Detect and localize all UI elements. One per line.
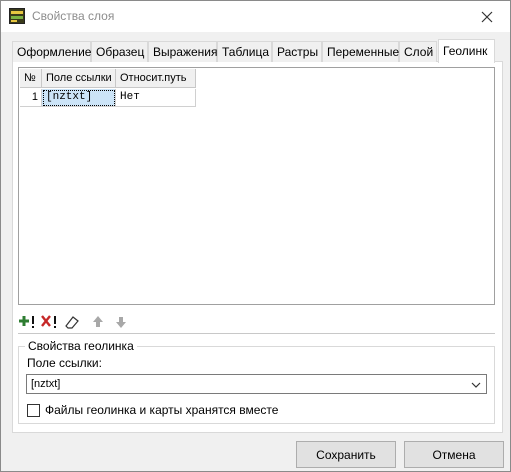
tab-expressions[interactable]: Выражения — [148, 41, 218, 62]
tab-table[interactable]: Таблица — [217, 41, 272, 62]
move-down-button[interactable] — [112, 314, 130, 330]
delete-row-icon — [41, 315, 56, 328]
column-header-link-field[interactable]: Поле ссылки — [42, 69, 116, 88]
tab-variables[interactable]: Переменные — [322, 41, 399, 62]
geolink-grid[interactable]: № Поле ссылки Относит.путь 1 [nztxt] Нет — [18, 67, 495, 305]
layer-properties-dialog: Свойства слоя Оформление Образец Выражен… — [0, 0, 511, 472]
link-field-value: [nztxt] — [31, 378, 61, 390]
chevron-down-icon — [471, 382, 481, 388]
arrow-up-icon — [93, 316, 103, 327]
clear-button[interactable] — [63, 314, 81, 330]
cancel-button[interactable]: Отмена — [404, 441, 504, 468]
cell-relative-path[interactable]: Нет — [116, 89, 196, 107]
app-icon — [9, 8, 25, 24]
link-field-select[interactable]: [nztxt] — [26, 374, 487, 394]
close-icon — [481, 11, 493, 22]
move-up-button[interactable] — [89, 314, 107, 330]
add-row-icon — [19, 316, 34, 328]
files-together-label[interactable]: Файлы геолинка и карты хранятся вместе — [45, 403, 278, 417]
close-button[interactable] — [464, 1, 510, 32]
column-header-number[interactable]: № — [20, 69, 42, 88]
save-button[interactable]: Сохранить — [296, 441, 396, 468]
files-together-checkbox[interactable] — [27, 404, 40, 417]
window-title: Свойства слоя — [32, 9, 115, 23]
tab-rasters[interactable]: Растры — [272, 41, 322, 62]
title-bar: Свойства слоя — [1, 1, 510, 32]
divider — [18, 333, 495, 334]
tab-layer[interactable]: Слой — [399, 41, 437, 62]
link-field-label: Поле ссылки: — [27, 356, 102, 370]
delete-row-button[interactable] — [41, 314, 59, 330]
group-title: Свойства геолинка — [25, 339, 137, 353]
tab-appearance[interactable]: Оформление — [12, 41, 91, 62]
arrow-down-icon — [116, 317, 126, 328]
tab-geolink[interactable]: Геолинк — [438, 39, 495, 63]
cell-link-field[interactable]: [nztxt] — [42, 89, 116, 107]
row-number: 1 — [20, 89, 42, 107]
tab-sample[interactable]: Образец — [91, 41, 148, 62]
column-header-relative-path[interactable]: Относит.путь — [116, 69, 196, 88]
eraser-icon — [65, 316, 79, 329]
add-row-button[interactable] — [19, 314, 37, 330]
